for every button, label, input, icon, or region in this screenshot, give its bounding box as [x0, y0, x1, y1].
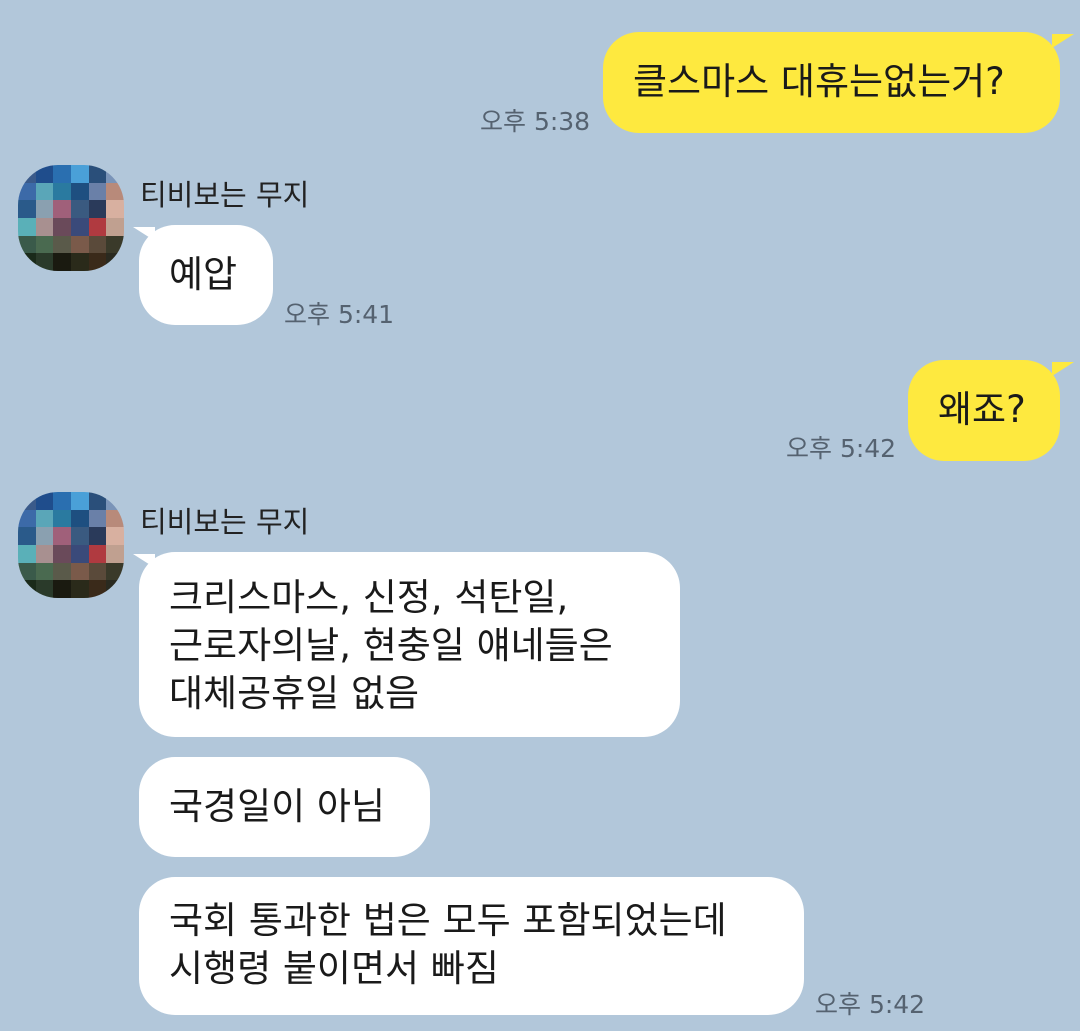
message-time: 오후 5:41	[284, 300, 395, 329]
my-bubble-tail	[1052, 362, 1074, 376]
sender-name: 티비보는 무지	[140, 178, 310, 212]
avatar[interactable]	[18, 165, 124, 271]
my-message-bubble[interactable]: 왜죠?	[908, 360, 1060, 461]
their-message-bubble[interactable]: 크리스마스, 신정, 석탄일, 근로자의날, 현충일 얘네들은 대체공휴일 없음	[139, 552, 680, 737]
my-message-bubble[interactable]: 클스마스 대휴는없는거?	[603, 32, 1060, 133]
sender-name: 티비보는 무지	[140, 505, 310, 539]
their-message-bubble[interactable]: 국경일이 아님	[139, 757, 430, 857]
their-message-bubble[interactable]: 예압	[139, 225, 273, 325]
avatar[interactable]	[18, 492, 124, 598]
message-time: 오후 5:42	[815, 990, 926, 1019]
their-message-bubble[interactable]: 국회 통과한 법은 모두 포함되었는데 시행령 붙이면서 빠짐	[139, 877, 804, 1015]
my-bubble-tail	[1052, 34, 1074, 48]
message-time: 오후 5:38	[480, 107, 591, 136]
message-time: 오후 5:42	[786, 434, 897, 463]
chat-room: 클스마스 대휴는없는거? 오후 5:38 티비보는 무지 예압 오후 5:41 …	[0, 0, 1080, 1031]
